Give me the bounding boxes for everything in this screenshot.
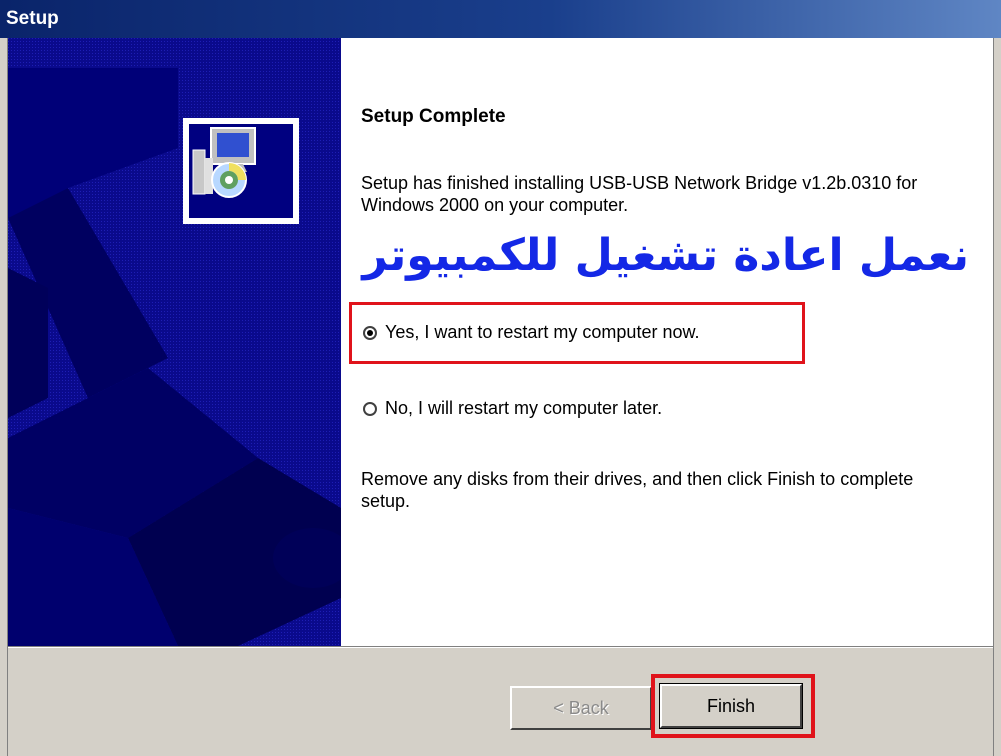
setup-icon-frame bbox=[183, 118, 299, 224]
completion-description: Setup has finished installing USB-USB Ne… bbox=[361, 173, 918, 215]
arabic-annotation: نعمل اعادة تشغيل للكمبيوتر bbox=[362, 230, 969, 281]
radio-selected-icon[interactable] bbox=[363, 325, 377, 340]
wizard-banner bbox=[8, 38, 341, 646]
radio-unselected-icon[interactable] bbox=[363, 401, 377, 416]
finish-instructions: Remove any disks from their drives, and … bbox=[361, 469, 914, 511]
page-heading: Setup Complete bbox=[361, 106, 506, 127]
window-frame-right bbox=[993, 38, 1001, 756]
restart-now-label: Yes, I want to restart my computer now. bbox=[385, 322, 700, 342]
back-button[interactable]: < Back bbox=[510, 686, 652, 730]
setup-installer-icon bbox=[192, 127, 256, 198]
window-title: Setup bbox=[6, 8, 59, 29]
finish-button[interactable]: Finish bbox=[659, 683, 803, 729]
title-bar: Setup bbox=[0, 0, 1001, 38]
wizard-content: Setup Complete Setup has finished instal… bbox=[341, 38, 993, 646]
restart-later-label: No, I will restart my computer later. bbox=[385, 398, 663, 418]
window-frame-left bbox=[0, 38, 8, 756]
restart-now-option[interactable]: Yes, I want to restart my computer now. bbox=[363, 322, 699, 343]
wizard-footer: < Back Finish bbox=[8, 648, 993, 756]
restart-later-option[interactable]: No, I will restart my computer later. bbox=[363, 398, 662, 419]
